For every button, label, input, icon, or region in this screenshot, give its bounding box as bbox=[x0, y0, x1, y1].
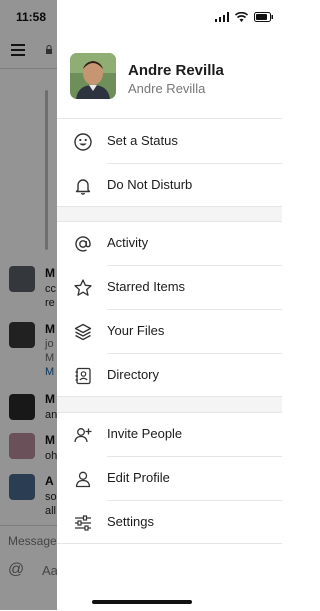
menu-item-label: Activity bbox=[107, 235, 149, 250]
menu-item-set-status[interactable]: Set a Status bbox=[57, 120, 282, 163]
sliders-icon bbox=[75, 515, 91, 531]
add-user-icon bbox=[74, 428, 92, 443]
star-icon bbox=[74, 279, 92, 296]
profile-header[interactable]: Andre Revilla Andre Revilla bbox=[57, 34, 282, 119]
menu-item-label: Do Not Disturb bbox=[107, 177, 193, 192]
section-divider bbox=[57, 396, 282, 413]
menu-item-your-files[interactable]: Your Files bbox=[57, 310, 282, 353]
wifi-icon bbox=[235, 12, 248, 22]
at-sign-icon bbox=[75, 236, 91, 252]
contact-card-icon bbox=[75, 367, 91, 385]
divider bbox=[57, 543, 282, 544]
user-icon bbox=[75, 471, 91, 488]
menu-item-label: Edit Profile bbox=[107, 470, 170, 485]
menu-item-label: Starred Items bbox=[107, 279, 186, 294]
section-divider bbox=[57, 206, 282, 222]
menu-item-label: Invite People bbox=[107, 426, 183, 441]
menu-item-label: Set a Status bbox=[107, 133, 178, 148]
account-drawer: Andre Revilla Andre Revilla Set a Status… bbox=[57, 0, 282, 610]
profile-display-name: Andre Revilla bbox=[128, 62, 224, 79]
menu-item-edit-profile[interactable]: Edit Profile bbox=[57, 457, 282, 500]
menu-item-invite-people[interactable]: Invite People bbox=[57, 413, 282, 456]
menu-item-do-not-disturb[interactable]: Do Not Disturb bbox=[57, 164, 282, 207]
menu-item-settings[interactable]: Settings bbox=[57, 501, 282, 544]
layers-icon bbox=[74, 323, 92, 341]
menu-item-activity[interactable]: Activity bbox=[57, 222, 282, 265]
menu-item-directory[interactable]: Directory bbox=[57, 354, 282, 397]
signal-icon bbox=[215, 12, 229, 22]
avatar[interactable] bbox=[70, 53, 116, 99]
home-indicator bbox=[92, 600, 192, 604]
menu-item-starred-items[interactable]: Starred Items bbox=[57, 266, 282, 309]
menu-item-label: Settings bbox=[107, 514, 154, 529]
battery-icon bbox=[254, 12, 273, 22]
bell-icon bbox=[75, 179, 91, 195]
menu-item-label: Your Files bbox=[107, 323, 165, 338]
smiley-icon bbox=[74, 133, 92, 151]
menu-item-label: Directory bbox=[107, 367, 160, 382]
profile-username: Andre Revilla bbox=[128, 81, 206, 96]
status-icons bbox=[215, 12, 274, 22]
